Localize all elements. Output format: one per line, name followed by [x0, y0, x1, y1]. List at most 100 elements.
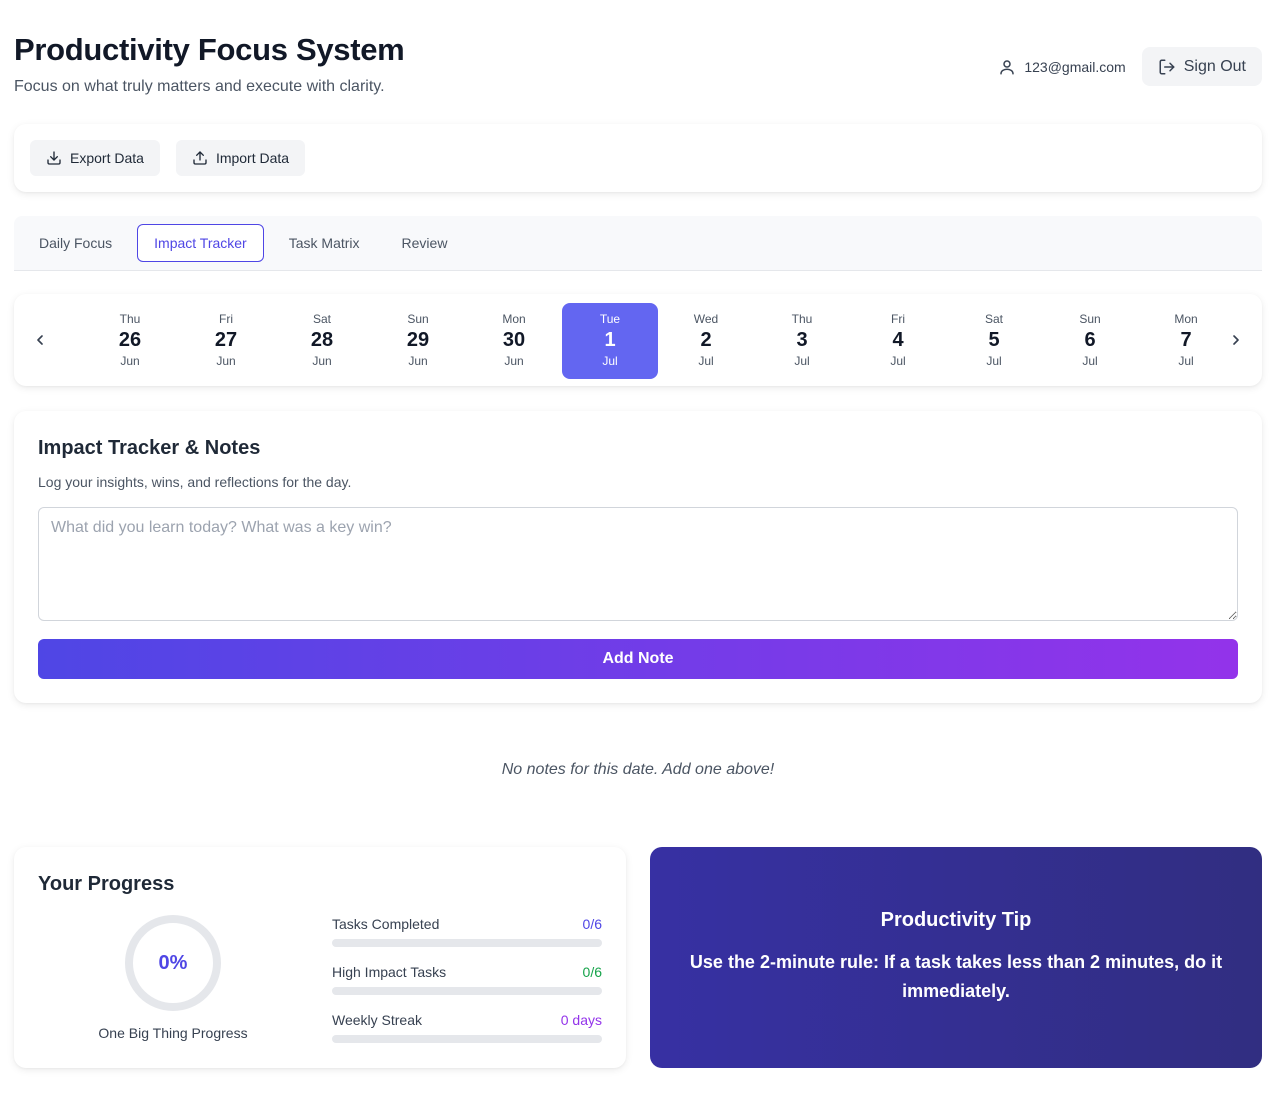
progress-title: Your Progress: [38, 873, 175, 895]
export-data-label: Export Data: [70, 150, 144, 166]
date-month: Jul: [698, 354, 714, 368]
progress-ring-caption: One Big Thing Progress: [98, 1025, 248, 1041]
date-list: Wed25JunThu26JunFri27JunSat28JunSun29Jun…: [52, 303, 1224, 379]
progress-card: Your Progress 0% One Big Thing Progress …: [14, 847, 626, 1068]
date-item[interactable]: Wed25Jun: [52, 303, 82, 379]
date-day-number: 29: [406, 329, 430, 351]
date-day-of-week: Wed: [693, 312, 719, 326]
date-item[interactable]: Fri 27 Jun: [178, 303, 274, 379]
import-data-label: Import Data: [215, 150, 290, 166]
date-day-of-week: Thu: [791, 312, 813, 326]
date-day-of-week: Thu: [119, 312, 141, 326]
impact-notes-card: Impact Tracker & Notes Log your insights…: [14, 411, 1262, 703]
date-day-of-week: Tue: [599, 312, 621, 326]
user-area: 123@gmail.com Sign Out: [998, 47, 1262, 86]
upload-icon: [193, 151, 207, 165]
progress-ring-value: 0%: [158, 951, 188, 974]
date-item[interactable]: Thu 26 Jun: [82, 303, 178, 379]
stat-progress-bar: [332, 1035, 602, 1043]
download-icon: [47, 151, 61, 165]
date-item[interactable]: Thu 3 Jul: [754, 303, 850, 379]
date-item[interactable]: Mon 7 Jul: [1138, 303, 1224, 379]
stat-progress-bar: [332, 987, 602, 995]
date-day-number: 26: [118, 329, 142, 351]
date-day-of-week: Sat: [312, 312, 331, 326]
user-icon: [1000, 59, 1015, 74]
tip-title: Productivity Tip: [880, 909, 1032, 931]
date-item[interactable]: Tue 1 Jul: [562, 303, 658, 379]
date-item[interactable]: Sat 28 Jun: [274, 303, 370, 379]
date-day-number: 2: [700, 329, 712, 351]
date-day-of-week: Fri: [891, 312, 905, 326]
date-item[interactable]: Sat 5 Jul: [946, 303, 1042, 379]
date-day-number: 4: [892, 329, 904, 351]
date-item[interactable]: Sun 6 Jul: [1042, 303, 1138, 379]
date-month: Jun: [120, 354, 140, 368]
date-picker: Wed25JunThu26JunFri27JunSat28JunSun29Jun…: [14, 294, 1262, 386]
note-input[interactable]: [38, 507, 1238, 621]
date-day-number: 28: [310, 329, 334, 351]
date-month: Jul: [1178, 354, 1194, 368]
date-month: Jun: [216, 354, 236, 368]
stat-value: 0/6: [582, 964, 602, 980]
date-day-number: 30: [502, 329, 526, 351]
date-day-of-week: Sun: [1079, 312, 1101, 326]
stat-label: Weekly Streak: [332, 1012, 422, 1028]
date-month: Jul: [602, 354, 618, 368]
add-note-button[interactable]: Add Note: [38, 639, 1238, 679]
stat-tasks-completed: Tasks Completed 0/6: [332, 916, 602, 964]
date-item[interactable]: Mon 30 Jun: [466, 303, 562, 379]
date-month: Jun: [504, 354, 524, 368]
date-month: Jul: [1082, 354, 1098, 368]
date-day-of-week: Fri: [219, 312, 233, 326]
productivity-tip-card: Productivity Tip Use the 2-minute rule: …: [650, 847, 1262, 1068]
date-day-number: 27: [214, 329, 238, 351]
user-info: 123@gmail.com: [998, 58, 1126, 76]
export-data-button[interactable]: Export Data: [30, 140, 160, 176]
chevron-right-icon: [1233, 335, 1239, 345]
date-item[interactable]: Fri 4 Jul: [850, 303, 946, 379]
tab-bar: Daily Focus Impact Tracker Task Matrix R…: [14, 216, 1262, 271]
stat-label: Tasks Completed: [332, 916, 440, 932]
tip-text: Use the 2-minute rule: If a task takes l…: [689, 952, 1223, 1001]
data-actions-card: Export Data Import Data: [14, 124, 1262, 192]
next-dates-button[interactable]: [1224, 324, 1248, 356]
date-day-number: 6: [1084, 329, 1096, 351]
page-header: Productivity Focus System Focus on what …: [14, 32, 1262, 102]
date-month: Jun: [408, 354, 428, 368]
tab-review[interactable]: Review: [385, 224, 465, 262]
date-day-of-week: Sun: [407, 312, 429, 326]
tab-task-matrix[interactable]: Task Matrix: [272, 224, 377, 262]
date-month: Jul: [794, 354, 810, 368]
date-item[interactable]: Sun 29 Jun: [370, 303, 466, 379]
sign-out-icon: [1159, 59, 1175, 74]
date-day-of-week: Sat: [984, 312, 1003, 326]
one-big-thing-progress: 0% One Big Thing Progress: [38, 913, 308, 1041]
date-day-number: 7: [1180, 329, 1192, 351]
tab-daily-focus[interactable]: Daily Focus: [22, 224, 129, 262]
progress-stats: Tasks Completed 0/6 High Impact Tasks 0/…: [332, 916, 602, 1060]
previous-dates-button[interactable]: [28, 324, 52, 356]
empty-notes-message: No notes for this date. Add one above!: [501, 761, 775, 778]
notes-title: Impact Tracker & Notes: [38, 437, 261, 459]
stat-weekly-streak: Weekly Streak 0 days: [332, 1012, 602, 1060]
date-day-number: 3: [796, 329, 808, 351]
import-data-button[interactable]: Import Data: [175, 140, 306, 176]
stat-value: 0/6: [582, 916, 602, 932]
date-day-number: 5: [988, 329, 1000, 351]
user-email: 123@gmail.com: [1024, 58, 1126, 75]
stat-high-impact-tasks: High Impact Tasks 0/6: [332, 964, 602, 1012]
chevron-left-icon: [37, 335, 43, 345]
date-day-of-week: Mon: [502, 312, 526, 326]
date-item[interactable]: Wed 2 Jul: [658, 303, 754, 379]
date-day-of-week: Mon: [1174, 312, 1198, 326]
date-strip: Wed25JunThu26JunFri27JunSat28JunSun29Jun…: [52, 303, 1224, 379]
progress-ring: 0%: [123, 913, 223, 1013]
stat-progress-bar: [332, 939, 602, 947]
stat-value: 0 days: [560, 1012, 602, 1028]
tab-impact-tracker[interactable]: Impact Tracker: [137, 224, 264, 262]
date-month: Jun: [312, 354, 332, 368]
date-month: Jul: [986, 354, 1002, 368]
sign-out-button[interactable]: Sign Out: [1141, 47, 1262, 86]
stat-label: High Impact Tasks: [332, 964, 447, 980]
